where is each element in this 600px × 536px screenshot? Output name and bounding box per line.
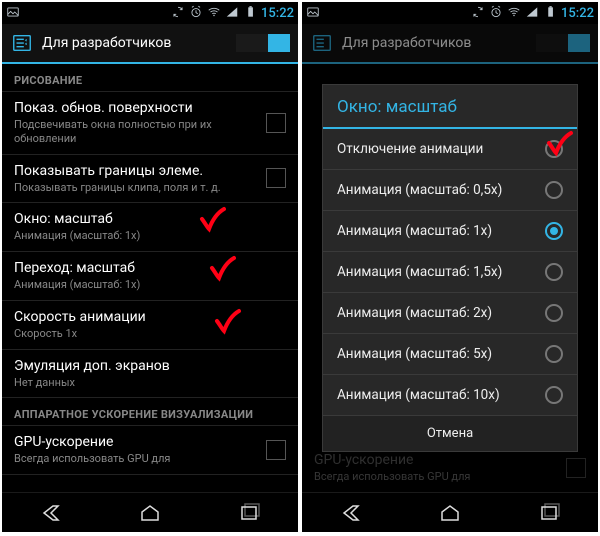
pref-summary: Анимация (масштаб: 1x) <box>14 229 286 243</box>
dialog-title: Окно: масштаб <box>323 85 577 129</box>
checkbox[interactable] <box>266 168 286 188</box>
section-drawing: РИСОВАНИЕ <box>2 64 298 92</box>
nav-back-button[interactable] <box>321 499 381 527</box>
dialog-option-6[interactable]: Анимация (масштаб: 10x) <box>323 375 577 416</box>
pref-title: Переход: масштаб <box>14 260 286 276</box>
nav-home-button[interactable] <box>420 499 480 527</box>
settings-list-dimmed: GPU-ускорение Всегда использовать GPU дл… <box>302 64 598 492</box>
radio[interactable] <box>545 140 563 158</box>
pref-window-scale[interactable]: Окно: масштаб Анимация (масштаб: 1x) <box>2 203 298 252</box>
dialog-backdrop[interactable]: Окно: масштаб Отключение анимации Анимац… <box>302 64 598 492</box>
wifi-icon <box>507 5 521 22</box>
settings-list[interactable]: РИСОВАНИЕ Показ. обнов. поверхности Подс… <box>2 64 298 492</box>
dialog-option-2[interactable]: Анимация (масштаб: 1x) <box>323 211 577 252</box>
pref-surface-updates[interactable]: Показ. обнов. поверхности Подсвечивать о… <box>2 92 298 155</box>
battery-icon <box>243 5 257 22</box>
pref-title: Показывать границы элеме. <box>14 163 256 179</box>
pref-gpu[interactable]: GPU-ускорение Всегда использовать GPU дл… <box>2 426 298 475</box>
status-time: 15:22 <box>561 6 594 21</box>
option-label: Анимация (масштаб: 0,5x) <box>337 182 545 198</box>
pref-title: Показ. обнов. поверхности <box>14 100 256 116</box>
status-bar: 15:22 <box>302 2 598 24</box>
status-bar: 15:22 <box>2 2 298 24</box>
dialog-cancel-button[interactable]: Отмена <box>323 416 577 451</box>
pref-title: Окно: масштаб <box>14 211 286 227</box>
dialog-option-3[interactable]: Анимация (масштаб: 1,5x) <box>323 252 577 293</box>
section-hw: АППАРАТНОЕ УСКОРЕНИЕ ВИЗУАЛИЗАЦИИ <box>2 398 298 426</box>
option-label: Анимация (масштаб: 1,5x) <box>337 264 545 280</box>
option-label: Анимация (масштаб: 2x) <box>337 305 545 321</box>
action-bar: Для разработчиков <box>302 24 598 64</box>
nav-bar <box>2 492 298 532</box>
nav-recent-button[interactable] <box>219 499 279 527</box>
battery-icon <box>543 5 557 22</box>
nav-bar <box>302 492 598 532</box>
checkbox[interactable] <box>266 440 286 460</box>
master-toggle <box>536 34 590 52</box>
window-scale-dialog: Окно: масштаб Отключение анимации Анимац… <box>322 84 578 452</box>
pref-summary: Показывать границы клипа, поля и т. д. <box>14 181 256 195</box>
nav-home-button[interactable] <box>120 499 180 527</box>
alarm-icon <box>189 5 203 22</box>
option-label: Анимация (масштаб: 5x) <box>337 346 545 362</box>
phone-right: 15:22 Для разработчиков GPU-ускорение Вс… <box>302 2 598 532</box>
dialog-option-4[interactable]: Анимация (масштаб: 2x) <box>323 293 577 334</box>
sync-icon <box>471 5 485 22</box>
pref-secondary-displays[interactable]: Эмуляция доп. экранов Нет данных <box>2 350 298 399</box>
pref-summary: Всегда использовать GPU для <box>14 452 256 466</box>
action-bar: Для разработчиков <box>2 24 298 64</box>
pref-title: Эмуляция доп. экранов <box>14 358 286 374</box>
pref-title: Скорость анимации <box>14 309 286 325</box>
dialog-option-5[interactable]: Анимация (масштаб: 5x) <box>323 334 577 375</box>
phone-left: 15:22 Для разработчиков РИСОВАНИЕ Показ.… <box>2 2 298 532</box>
signal-icon <box>225 5 239 22</box>
status-time: 15:22 <box>261 6 294 21</box>
pref-layout-bounds[interactable]: Показывать границы элеме. Показывать гра… <box>2 155 298 204</box>
nav-back-button[interactable] <box>21 499 81 527</box>
pref-summary: Подсвечивать окна полностью при их обнов… <box>14 118 256 146</box>
option-label: Анимация (масштаб: 10x) <box>337 387 545 403</box>
gallery-icon <box>6 5 20 22</box>
radio-checked[interactable] <box>545 222 563 240</box>
option-label: Анимация (масштаб: 1x) <box>337 223 545 239</box>
wifi-icon <box>207 5 221 22</box>
screen-title: Для разработчиков <box>42 35 228 51</box>
dialog-option-0[interactable]: Отключение анимации <box>323 129 577 170</box>
pref-summary: Анимация (масштаб: 1x) <box>14 278 286 292</box>
radio[interactable] <box>545 181 563 199</box>
option-label: Отключение анимации <box>337 141 545 157</box>
settings-icon[interactable] <box>10 31 34 55</box>
signal-icon <box>525 5 539 22</box>
pref-animator-speed[interactable]: Скорость анимации Скорость 1x <box>2 301 298 350</box>
checkbox[interactable] <box>266 113 286 133</box>
alarm-icon <box>489 5 503 22</box>
nav-recent-button[interactable] <box>519 499 579 527</box>
radio[interactable] <box>545 304 563 322</box>
pref-title: GPU-ускорение <box>14 434 256 450</box>
radio[interactable] <box>545 386 563 404</box>
radio[interactable] <box>545 345 563 363</box>
pref-transition-scale[interactable]: Переход: масштаб Анимация (масштаб: 1x) <box>2 252 298 301</box>
settings-icon <box>310 31 334 55</box>
dialog-option-1[interactable]: Анимация (масштаб: 0,5x) <box>323 170 577 211</box>
screen-title: Для разработчиков <box>342 35 528 51</box>
sync-icon <box>171 5 185 22</box>
gallery-icon <box>306 5 320 22</box>
pref-summary: Нет данных <box>14 376 286 390</box>
master-toggle[interactable] <box>236 34 290 52</box>
pref-summary: Скорость 1x <box>14 327 286 341</box>
radio[interactable] <box>545 263 563 281</box>
